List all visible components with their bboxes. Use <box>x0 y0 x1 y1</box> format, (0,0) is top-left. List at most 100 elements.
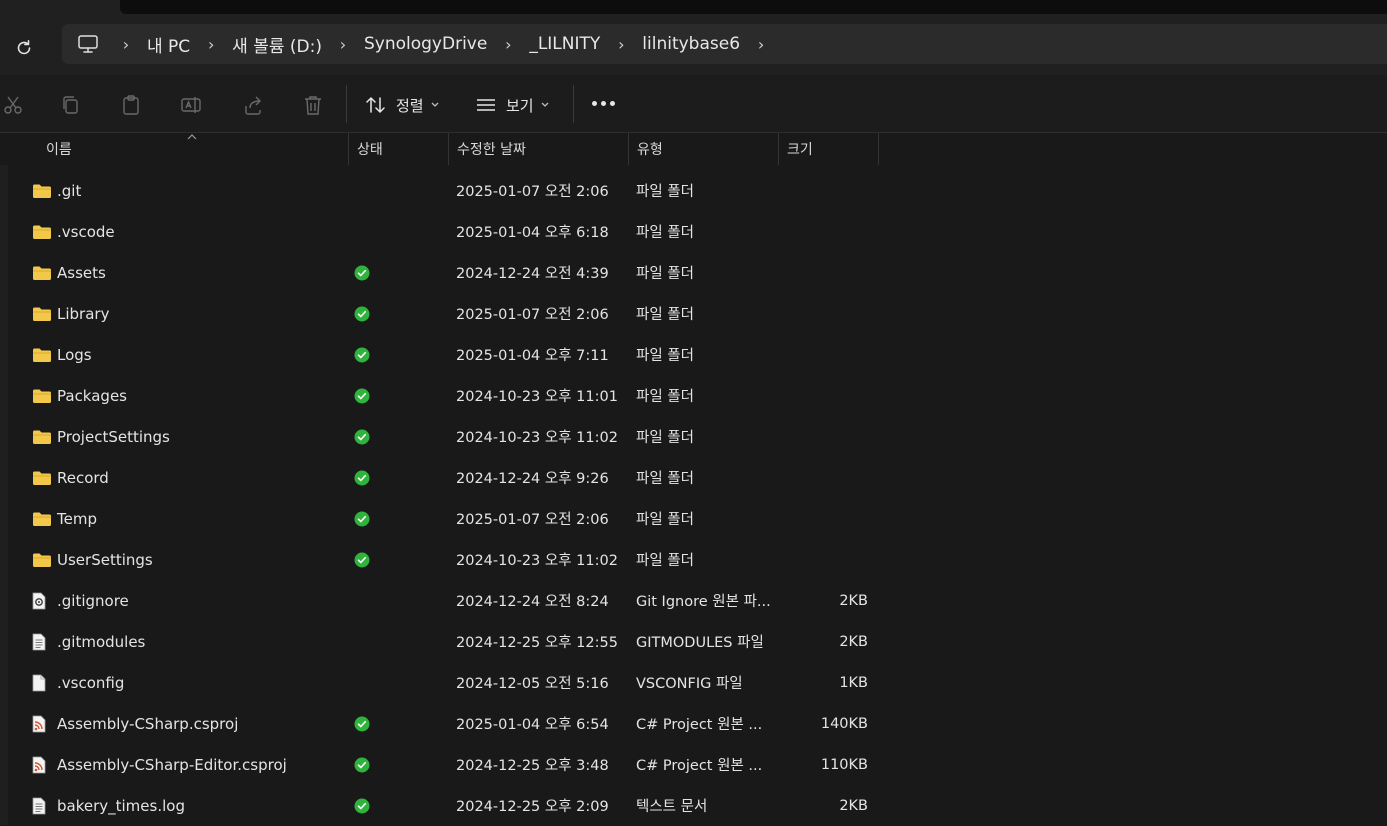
file-row[interactable]: Record 2024-12-24 오후 9:26 파일 폴더 <box>20 457 880 498</box>
file-type: 파일 폴더 <box>636 430 694 446</box>
rename-button[interactable] <box>178 92 204 118</box>
breadcrumb-my-pc[interactable]: 내 PC <box>138 24 199 64</box>
file-name[interactable]: Logs <box>57 334 92 375</box>
file-type: Git Ignore 원본 파... <box>636 594 771 610</box>
breadcrumb-drive-d[interactable]: 새 볼륨 (D:) <box>223 24 331 64</box>
file-name[interactable]: .vscode <box>57 211 115 252</box>
file-size <box>788 416 868 457</box>
cut-button[interactable] <box>0 92 26 118</box>
chevron-right-icon[interactable]: › <box>609 24 633 64</box>
file-row[interactable]: .vsconfig 2024-12-05 오전 5:16 VSCONFIG 파일 1K… <box>20 662 880 703</box>
sync-status-check-icon <box>354 457 372 498</box>
chevron-right-icon[interactable]: › <box>496 24 520 64</box>
file-size <box>788 211 868 252</box>
file-size <box>788 457 868 498</box>
file-name[interactable]: Packages <box>57 375 127 416</box>
chevron-right-icon[interactable]: › <box>114 24 138 64</box>
view-button[interactable]: 보기 <box>476 92 549 118</box>
file-row[interactable]: Assets 2024-12-24 오전 4:39 파일 폴더 <box>20 252 880 293</box>
file-row[interactable]: .gitmodules 2024-12-25 오후 12:55 GITMODULES… <box>20 621 880 662</box>
column-header-size[interactable]: 크기 <box>787 133 877 165</box>
file-row[interactable]: Library 2025-01-07 오전 2:06 파일 폴더 <box>20 293 880 334</box>
more-options-button[interactable] <box>592 101 615 106</box>
view-label: 보기 <box>506 96 534 115</box>
file-name[interactable]: Assets <box>57 252 106 293</box>
file-size <box>788 293 868 334</box>
file-name[interactable]: Assembly-CSharp.csproj <box>57 703 238 744</box>
file-size <box>788 539 868 580</box>
chevron-right-icon[interactable]: › <box>199 24 223 64</box>
breadcrumb-lilnitybase6[interactable]: lilnitybase6 <box>633 24 749 64</box>
sync-status-check-icon <box>354 744 372 785</box>
file-type: C# Project 원본 ... <box>636 758 763 774</box>
file-name[interactable]: bakery_times.log <box>57 785 185 826</box>
file-name[interactable]: Assembly-CSharp-Editor.csproj <box>57 744 287 785</box>
breadcrumb-synologydrive[interactable]: SynologyDrive <box>355 24 496 64</box>
text-file-icon <box>32 785 52 826</box>
sort-button[interactable]: 정렬 <box>366 92 439 118</box>
file-name[interactable]: .gitmodules <box>57 621 145 662</box>
file-size <box>788 334 868 375</box>
file-type: 파일 폴더 <box>636 348 694 364</box>
share-button[interactable] <box>240 92 266 118</box>
folder-icon <box>32 252 52 293</box>
column-divider[interactable] <box>778 133 779 165</box>
file-name[interactable]: Record <box>57 457 109 498</box>
file-row[interactable]: .git 2025-01-07 오전 2:06 파일 폴더 <box>20 170 880 211</box>
column-divider[interactable] <box>448 133 449 165</box>
file-row[interactable]: Assembly-CSharp.csproj 2025-01-04 오후 6:54… <box>20 703 880 744</box>
column-divider[interactable] <box>348 133 349 165</box>
column-header-type[interactable]: 유형 <box>637 133 777 165</box>
file-name[interactable]: ProjectSettings <box>57 416 170 457</box>
refresh-button[interactable] <box>10 34 38 62</box>
file-row[interactable]: Assembly-CSharp-Editor.csproj 2024-12-25 … <box>20 744 880 785</box>
column-header-status[interactable]: 상태 <box>357 133 447 165</box>
file-modified-date: 2024-10-23 오후 11:01 <box>456 389 618 405</box>
column-divider[interactable] <box>878 133 879 165</box>
file-name[interactable]: .git <box>57 170 81 211</box>
share-icon <box>245 96 261 115</box>
folder-icon <box>32 211 52 252</box>
sync-status-check-icon <box>354 498 372 539</box>
file-name[interactable]: Library <box>57 293 109 334</box>
chevron-down-icon <box>541 102 549 107</box>
copy-button[interactable] <box>58 92 84 118</box>
sync-status-check-icon <box>354 334 372 375</box>
column-header-modified[interactable]: 수정한 날짜 <box>457 133 627 165</box>
address-bar[interactable]: › 내 PC › 새 볼륨 (D:) › SynologyDrive › _LI… <box>62 24 1387 64</box>
file-size <box>788 498 868 539</box>
folder-icon <box>32 334 52 375</box>
chevron-right-icon[interactable]: › <box>331 24 355 64</box>
file-row[interactable]: bakery_times.log 2024-12-25 오후 2:09 텍스트 문서… <box>20 785 880 826</box>
file-row[interactable]: .gitignore 2024-12-24 오전 8:24 Git Ignore 원… <box>20 580 880 621</box>
file-row[interactable]: ProjectSettings 2024-10-23 오후 11:02 파일 폴더 <box>20 416 880 457</box>
folder-icon <box>32 170 52 211</box>
folder-icon <box>32 416 52 457</box>
file-name[interactable]: .vsconfig <box>57 662 124 703</box>
file-row[interactable]: UserSettings 2024-10-23 오후 11:02 파일 폴더 <box>20 539 880 580</box>
computer-icon[interactable] <box>62 24 114 64</box>
nav-pane-edge <box>0 133 8 825</box>
file-row[interactable]: Packages 2024-10-23 오후 11:01 파일 폴더 <box>20 375 880 416</box>
sync-status-check-icon <box>354 293 372 334</box>
file-name[interactable]: .gitignore <box>57 580 129 621</box>
sync-status-check-icon <box>354 252 372 293</box>
file-name[interactable]: UserSettings <box>57 539 153 580</box>
column-header-name[interactable]: 이름 <box>46 133 346 165</box>
paste-button[interactable] <box>118 92 144 118</box>
file-row[interactable]: Temp 2025-01-07 오전 2:06 파일 폴더 <box>20 498 880 539</box>
file-modified-date: 2024-12-25 오후 2:09 <box>456 799 609 815</box>
file-row[interactable]: Logs 2025-01-04 오후 7:11 파일 폴더 <box>20 334 880 375</box>
address-row: › 내 PC › 새 볼륨 (D:) › SynologyDrive › _LI… <box>0 14 1387 75</box>
chevron-right-icon[interactable]: › <box>749 24 773 64</box>
file-modified-date: 2025-01-07 오전 2:06 <box>456 307 609 323</box>
column-divider[interactable] <box>628 133 629 165</box>
breadcrumb-lilnity[interactable]: _LILNITY <box>520 24 609 64</box>
file-name[interactable]: Temp <box>57 498 97 539</box>
scissors-icon <box>4 96 22 114</box>
command-bar: 정렬 보기 <box>0 75 1387 133</box>
delete-button[interactable] <box>300 92 326 118</box>
file-row[interactable]: .vscode 2025-01-04 오후 6:18 파일 폴더 <box>20 211 880 252</box>
more-dot <box>610 101 615 106</box>
file-modified-date: 2025-01-07 오전 2:06 <box>456 184 609 200</box>
